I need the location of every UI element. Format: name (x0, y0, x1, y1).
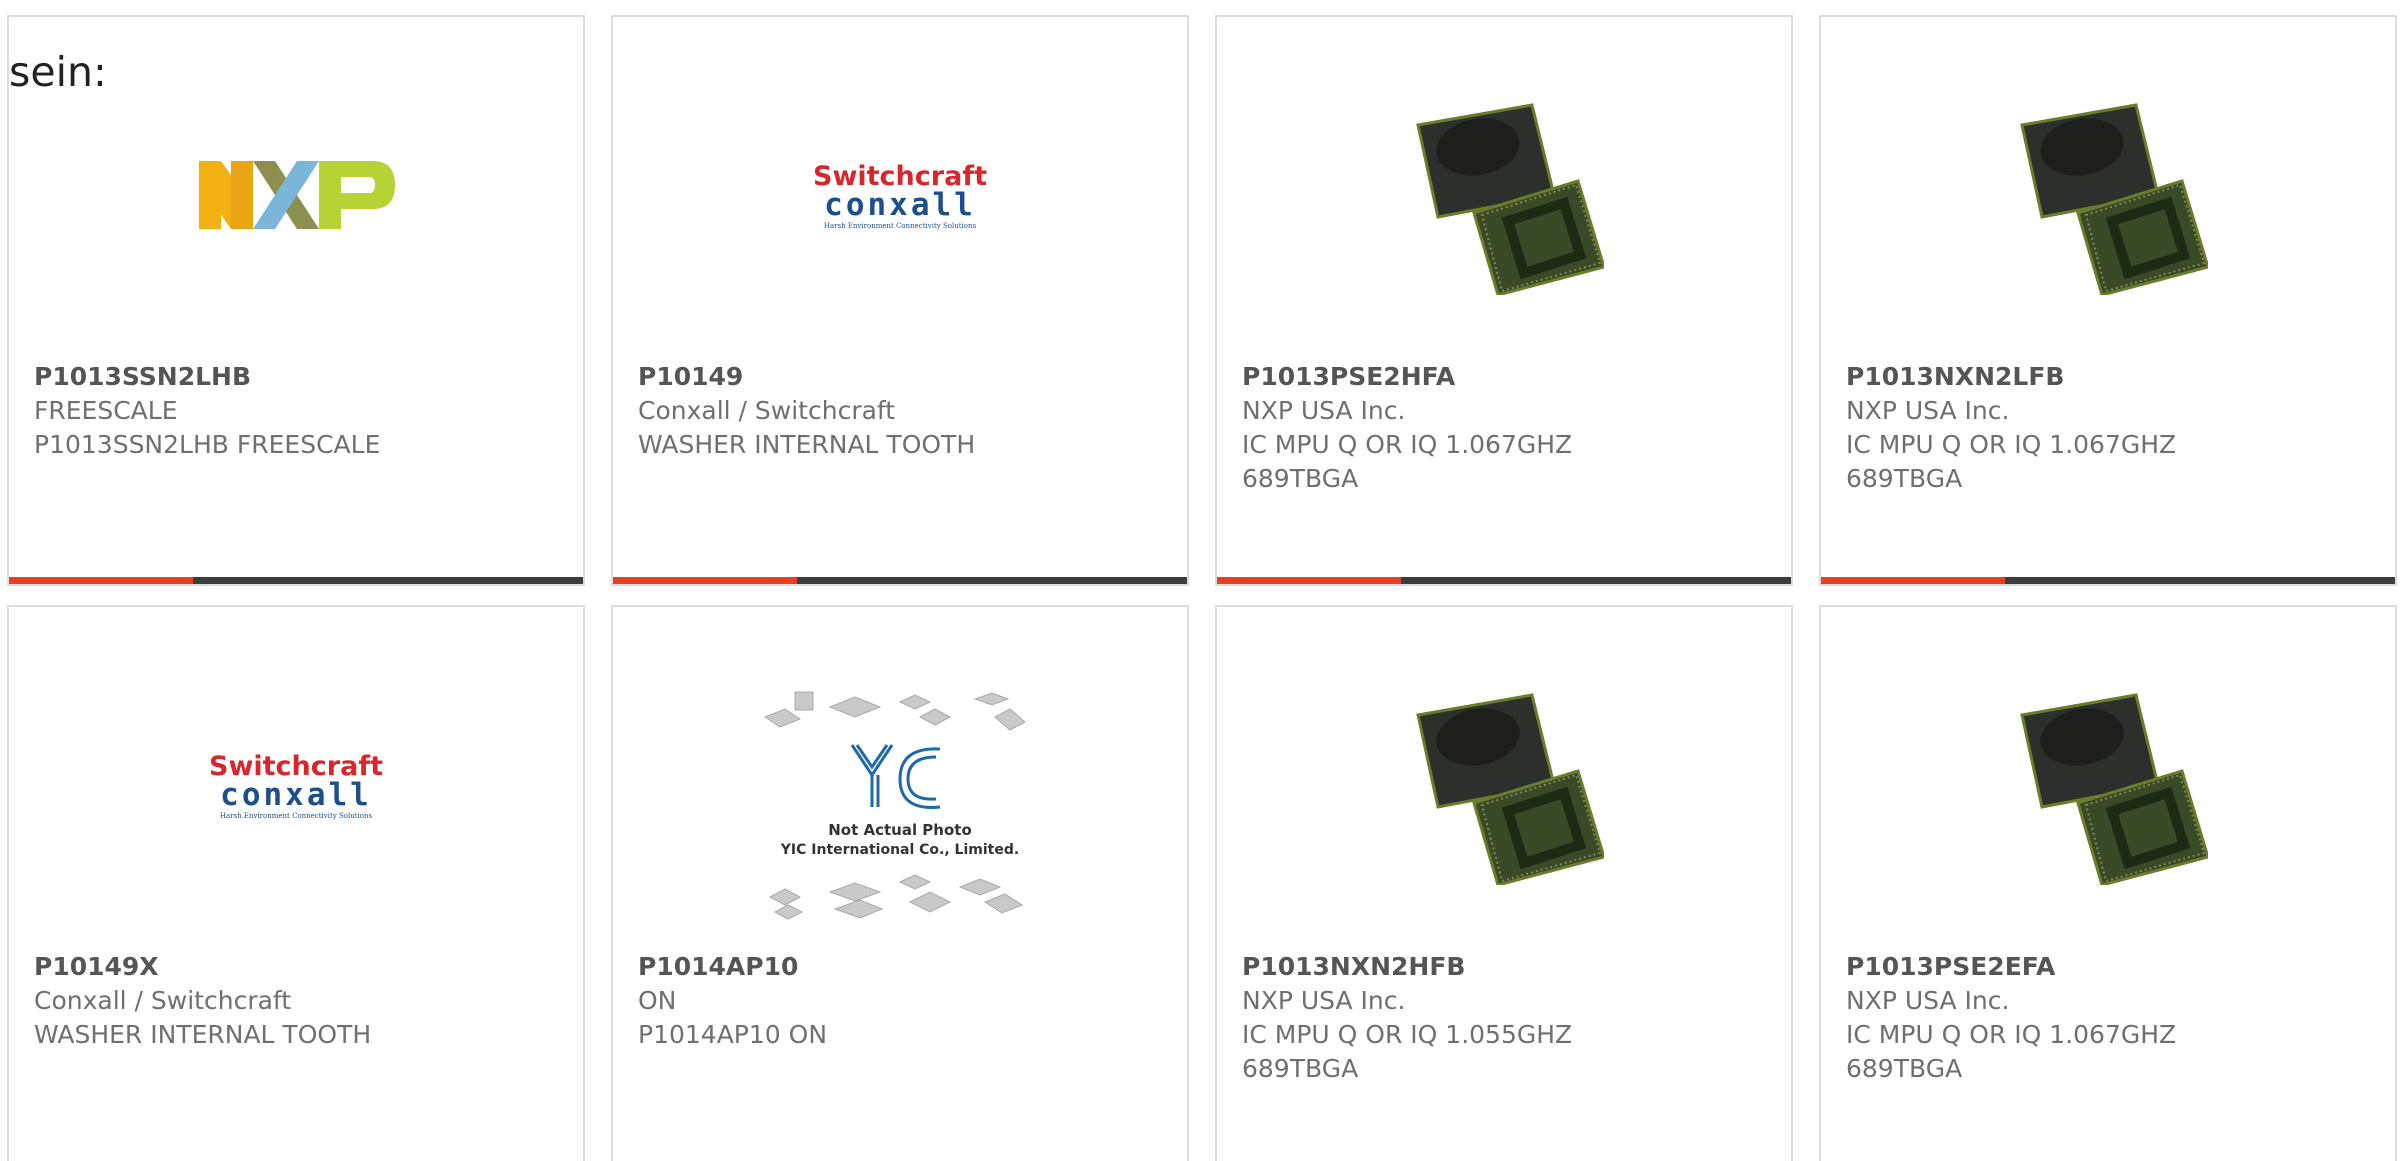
lead-text: sein: (9, 48, 107, 96)
product-card[interactable]: P1013PSE2EFA NXP USA Inc. IC MPU Q OR IQ… (1819, 605, 2397, 1161)
card-bottom-bar (1217, 577, 1791, 584)
manufacturer: NXP USA Inc. (1242, 986, 1406, 1015)
bga-chip-icon (2020, 693, 2208, 885)
product-image[interactable]: Switchcraft conxall Harsh Environment Co… (790, 85, 1010, 305)
part-number[interactable]: P1013PSE2HFA (1242, 360, 1773, 394)
product-card[interactable]: Switchcraft conxall Harsh Environment Co… (7, 605, 585, 1161)
part-number[interactable]: P10149X (34, 950, 565, 984)
switchcraft-conxall-logo-icon: Switchcraft conxall Harsh Environment Co… (813, 161, 987, 230)
manufacturer: NXP USA Inc. (1242, 396, 1406, 425)
manufacturer: NXP USA Inc. (1846, 396, 2010, 425)
part-number[interactable]: P1014AP10 (638, 950, 1169, 984)
part-number[interactable]: P1013PSE2EFA (1846, 950, 2377, 984)
card-accent (1821, 577, 2005, 584)
switchcraft-conxall-logo-icon: Switchcraft conxall Harsh Environment Co… (209, 751, 383, 820)
logo-tagline: Harsh Environment Connectivity Solutions (220, 812, 373, 820)
card-accent (9, 577, 193, 584)
logo-text-bottom: conxall (220, 777, 372, 813)
part-number[interactable]: P1013NXN2LFB (1846, 360, 2377, 394)
product-card[interactable]: Switchcraft conxall Harsh Environment Co… (611, 15, 1189, 586)
description: P1013SSN2LHB FREESCALE (34, 430, 381, 459)
product-card[interactable]: Not Actual Photo YIC International Co., … (611, 605, 1189, 1161)
card-accent (613, 577, 797, 584)
placeholder-line2: YIC International Co., Limited. (780, 842, 1019, 858)
logo-text-bottom: conxall (824, 187, 976, 223)
part-number[interactable]: P1013NXN2HFB (1242, 950, 1773, 984)
product-image[interactable] (1998, 675, 2218, 895)
product-card[interactable]: P1013NXN2LFB NXP USA Inc. IC MPU Q OR IQ… (1819, 15, 2397, 586)
product-card[interactable]: sein: P1013SSN2LHB FREESCALE P1013SSN2LH… (7, 15, 585, 586)
part-number[interactable]: P10149 (638, 360, 1169, 394)
product-info: P10149X Conxall / Switchcraft WASHER INT… (34, 950, 565, 1052)
description: IC MPU Q OR IQ 1.067GHZ (1242, 430, 1573, 459)
product-info: P1013SSN2LHB FREESCALE P1013SSN2LHB FREE… (34, 360, 565, 462)
product-image[interactable] (1394, 85, 1614, 305)
product-info: P1013NXN2LFB NXP USA Inc. IC MPU Q OR IQ… (1846, 360, 2377, 496)
product-grid: sein: P1013SSN2LHB FREESCALE P1013SSN2LH… (0, 0, 2400, 1161)
product-info: P1013PSE2EFA NXP USA Inc. IC MPU Q OR IQ… (1846, 950, 2377, 1086)
product-image[interactable] (1394, 675, 1614, 895)
description: IC MPU Q OR IQ 1.067GHZ (1846, 1020, 2177, 1049)
product-info: P10149 Conxall / Switchcraft WASHER INTE… (638, 360, 1169, 462)
product-image[interactable] (186, 85, 406, 305)
product-card[interactable]: P1013NXN2HFB NXP USA Inc. IC MPU Q OR IQ… (1215, 605, 1793, 1161)
product-info: P1013PSE2HFA NXP USA Inc. IC MPU Q OR IQ… (1242, 360, 1773, 496)
manufacturer: Conxall / Switchcraft (34, 986, 292, 1015)
bga-chip-icon (1416, 693, 1604, 885)
placeholder-image-icon: Not Actual Photo YIC International Co., … (763, 691, 1026, 920)
product-image[interactable]: Not Actual Photo YIC International Co., … (760, 687, 1040, 927)
description-line2: 689TBGA (1846, 464, 1963, 493)
description-line2: 689TBGA (1242, 464, 1359, 493)
manufacturer: ON (638, 986, 677, 1015)
product-info: P1014AP10 ON P1014AP10 ON (638, 950, 1169, 1052)
placeholder-line1: Not Actual Photo (828, 821, 972, 839)
product-image[interactable] (1998, 85, 2218, 305)
card-accent (1217, 577, 1401, 584)
bga-chip-icon (1416, 103, 1604, 295)
description: IC MPU Q OR IQ 1.055GHZ (1242, 1020, 1573, 1049)
logo-tagline: Harsh Environment Connectivity Solutions (824, 222, 977, 230)
manufacturer: Conxall / Switchcraft (638, 396, 896, 425)
description: WASHER INTERNAL TOOTH (34, 1020, 372, 1049)
manufacturer: NXP USA Inc. (1846, 986, 2010, 1015)
product-info: P1013NXN2HFB NXP USA Inc. IC MPU Q OR IQ… (1242, 950, 1773, 1086)
description-line2: 689TBGA (1242, 1054, 1359, 1083)
product-card[interactable]: P1013PSE2HFA NXP USA Inc. IC MPU Q OR IQ… (1215, 15, 1793, 586)
description-line2: 689TBGA (1846, 1054, 1963, 1083)
manufacturer: FREESCALE (34, 396, 178, 425)
bga-chip-icon (2020, 103, 2208, 295)
product-image[interactable]: Switchcraft conxall Harsh Environment Co… (186, 675, 406, 895)
card-bottom-bar (9, 577, 583, 584)
description: WASHER INTERNAL TOOTH (638, 430, 976, 459)
card-bottom-bar (613, 577, 1187, 584)
nxp-logo-icon (199, 161, 395, 229)
description: IC MPU Q OR IQ 1.067GHZ (1846, 430, 2177, 459)
part-number[interactable]: P1013SSN2LHB (34, 360, 565, 394)
card-bottom-bar (1821, 577, 2395, 584)
description: P1014AP10 ON (638, 1020, 828, 1049)
